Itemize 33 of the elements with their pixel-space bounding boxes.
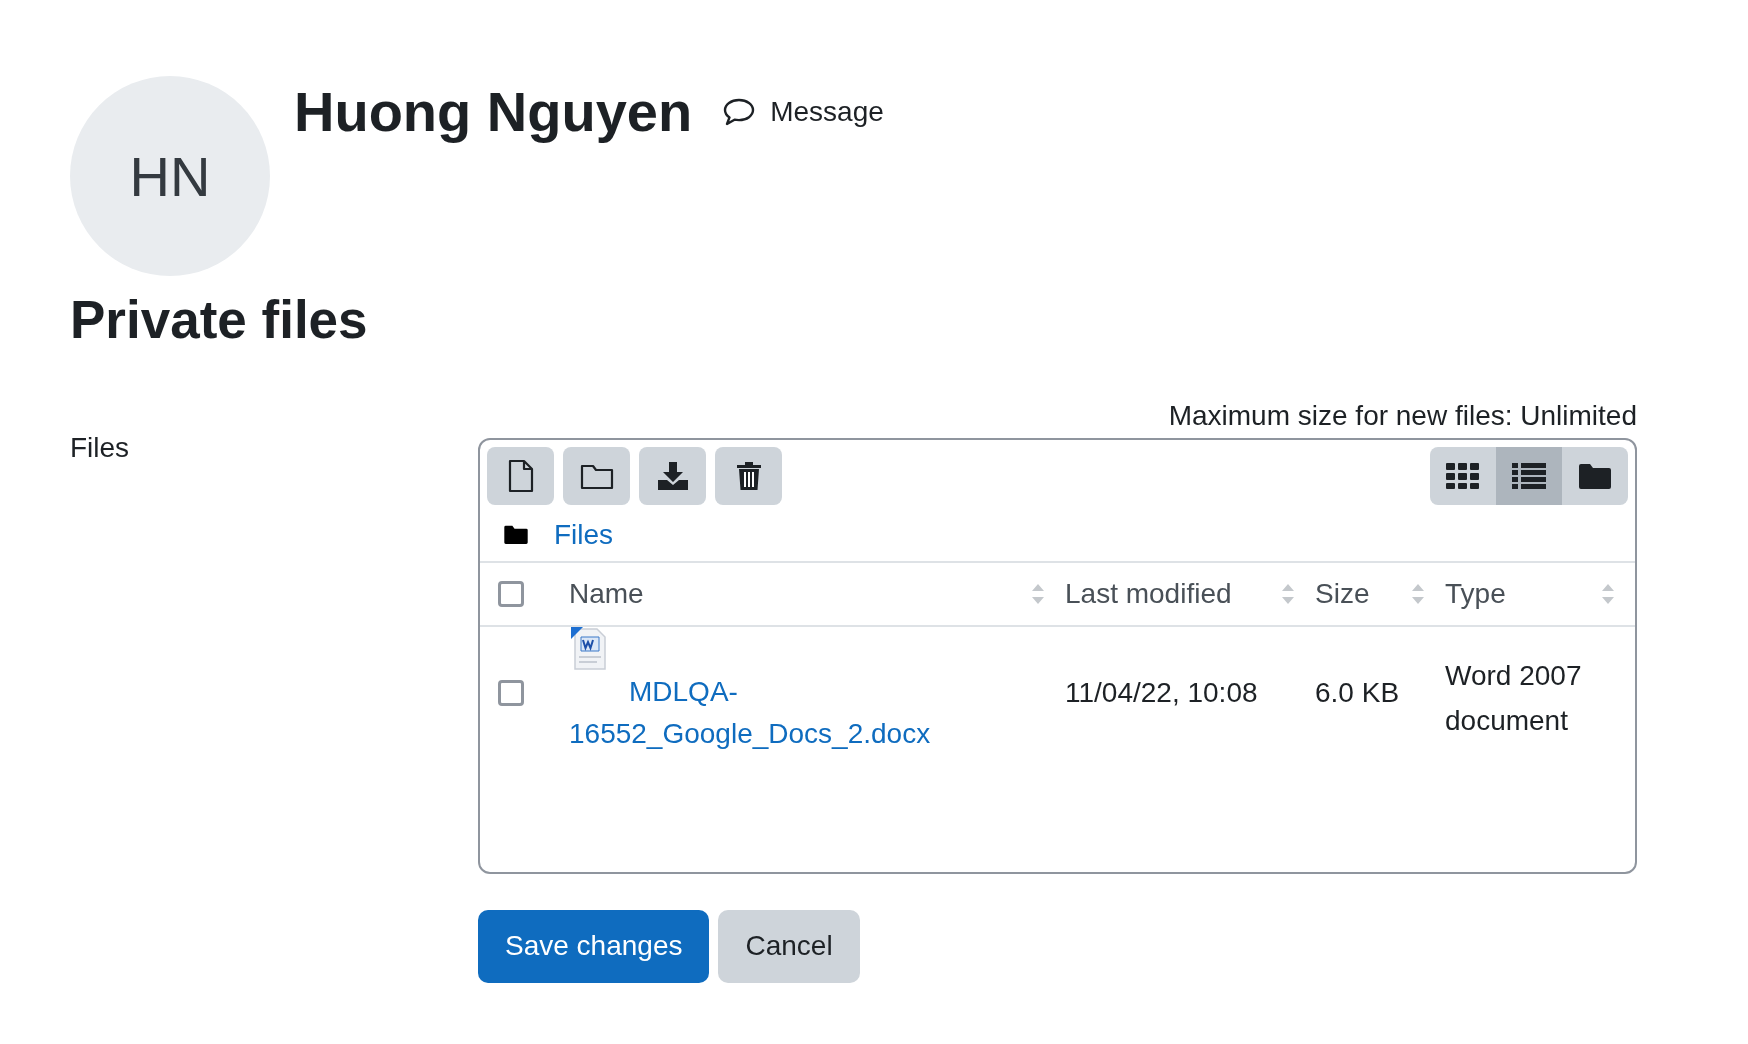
column-header[interactable]: Type [1445,578,1506,610]
trash-icon [735,461,762,491]
add-file-button[interactable] [487,447,554,505]
cancel-button[interactable]: Cancel [718,910,860,983]
delete-button[interactable] [715,447,782,505]
row-checkbox[interactable] [498,680,524,706]
table-cell-text: 11/04/22, 10:08 [1065,677,1259,709]
column-header[interactable]: Name [569,578,644,610]
table-cell-text: 6.0 KB [1315,677,1401,709]
speech-bubble-icon [722,97,757,127]
list-icon [1512,463,1546,489]
icon-view-button[interactable] [1430,447,1496,505]
list-view-button[interactable] [1496,447,1562,505]
max-size-note: Maximum size for new files: Unlimited [1167,398,1637,433]
message-link[interactable]: Message [722,96,884,128]
folder-icon [579,462,614,490]
grid-icon [1446,463,1480,489]
folder-icon [504,525,528,545]
field-label: Files [70,430,131,465]
avatar: HN [70,76,270,276]
download-button[interactable] [639,447,706,505]
select-all-checkbox[interactable] [498,581,524,607]
column-header[interactable]: Size [1315,578,1370,610]
download-icon [656,461,689,491]
page-heading: Private files [70,289,369,351]
save-button[interactable]: Save changes [478,910,710,983]
create-folder-button[interactable] [563,447,630,505]
breadcrumb-link[interactable]: Files [554,519,614,551]
file-name-link[interactable]: MDLQA-16552_Google_Docs_2.docx [569,671,1065,755]
table-cell-text: Word 2007 document [1445,659,1583,738]
folder-icon [1579,463,1611,489]
tree-view-button[interactable] [1562,447,1628,505]
column-header[interactable]: Last modified [1065,578,1232,610]
